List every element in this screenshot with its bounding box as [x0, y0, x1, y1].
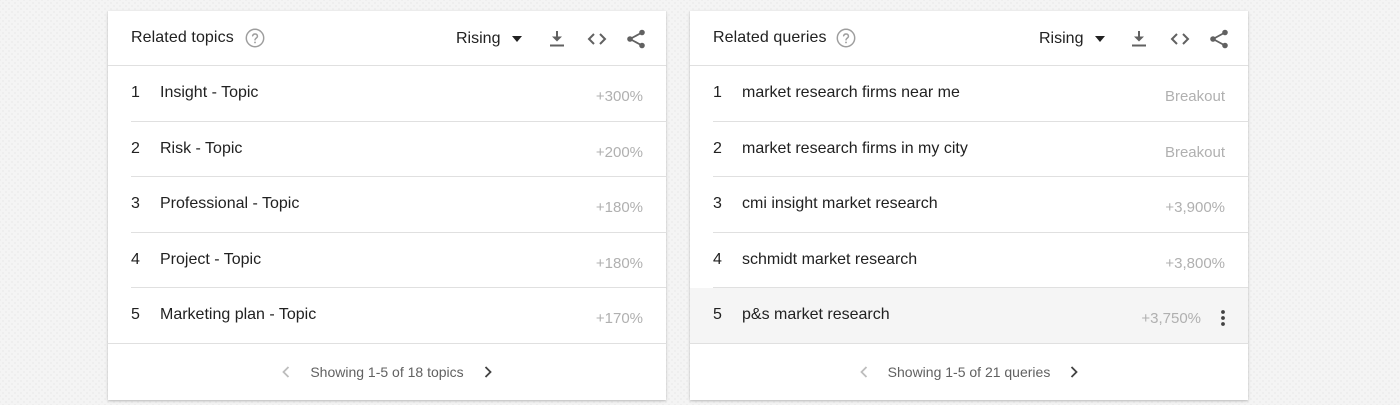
embed-code-icon[interactable]	[585, 27, 609, 51]
help-circle-icon[interactable]	[244, 27, 266, 49]
row-rank: 1	[131, 84, 140, 101]
caret-down-icon	[1095, 36, 1106, 42]
row-term[interactable]: market research firms in my city	[742, 140, 968, 158]
row-value: +3,750%	[1141, 310, 1201, 327]
download-icon[interactable]	[1127, 27, 1151, 51]
share-icon[interactable]	[1207, 27, 1231, 51]
row-rank: 1	[713, 84, 722, 101]
chevron-right-icon[interactable]	[478, 362, 498, 382]
card-title: Related topics	[131, 29, 234, 46]
row-term[interactable]: cmi insight market research	[742, 195, 938, 213]
pagination: Showing 1-5 of 21 queries	[690, 344, 1248, 400]
row-value: +200%	[595, 143, 643, 161]
row-value: +180%	[595, 199, 643, 216]
row-rank: 5	[713, 306, 722, 323]
row-term[interactable]: Marketing plan - Topic	[160, 306, 316, 324]
list-item[interactable]: 1 market research firms near me Breakout	[690, 66, 1248, 122]
chevron-left-icon[interactable]	[276, 362, 296, 382]
row-rank: 4	[131, 250, 140, 268]
sort-label: Rising	[456, 30, 501, 47]
row-value: Breakout	[1164, 143, 1225, 161]
embed-code-icon[interactable]	[1168, 27, 1192, 51]
queries-list: 1 market research firms near me Breakout…	[690, 66, 1248, 344]
row-term[interactable]: p&s market research	[742, 306, 890, 324]
row-value: +180%	[595, 254, 643, 272]
list-item[interactable]: 2 market research firms in my city Break…	[690, 122, 1248, 177]
chevron-left-icon[interactable]	[854, 362, 874, 382]
row-value: +3,900%	[1165, 199, 1225, 216]
card-header: Related queries Rising	[690, 11, 1248, 66]
pagination: Showing 1-5 of 18 topics	[108, 344, 666, 400]
related-topics-card: Related topics Rising 1 Insight - Topic …	[108, 11, 666, 400]
list-item[interactable]: 4 schmidt market research +3,800%	[690, 233, 1248, 288]
sort-select[interactable]: Rising	[1039, 21, 1107, 57]
row-term[interactable]: Insight - Topic	[160, 84, 258, 102]
download-icon[interactable]	[545, 27, 569, 51]
row-value: +170%	[595, 310, 643, 327]
help-circle-icon[interactable]	[835, 27, 857, 49]
sort-label: Rising	[1039, 30, 1084, 47]
card-title: Related queries	[713, 29, 827, 46]
row-term[interactable]: Risk - Topic	[160, 140, 242, 158]
row-term[interactable]: market research firms near me	[742, 84, 960, 102]
more-vert-icon[interactable]	[1216, 308, 1230, 328]
share-icon[interactable]	[624, 27, 648, 51]
row-term[interactable]: Professional - Topic	[160, 195, 299, 213]
list-item[interactable]: 4 Project - Topic +180%	[108, 233, 666, 288]
pagination-label: Showing 1-5 of 21 queries	[887, 364, 1051, 380]
list-item[interactable]: 2 Risk - Topic +200%	[108, 122, 666, 177]
row-rank: 5	[131, 306, 140, 323]
row-value: +3,800%	[1165, 254, 1225, 272]
chevron-right-icon[interactable]	[1064, 362, 1084, 382]
row-rank: 2	[131, 139, 140, 157]
list-item[interactable]: 3 cmi insight market research +3,900%	[690, 177, 1248, 233]
row-value: +300%	[595, 88, 643, 105]
row-rank: 2	[713, 139, 722, 157]
caret-down-icon	[512, 36, 523, 42]
card-header: Related topics Rising	[108, 11, 666, 66]
row-value: Breakout	[1164, 88, 1225, 105]
row-rank: 3	[713, 195, 722, 212]
row-rank: 3	[131, 195, 140, 212]
related-queries-card: Related queries Rising 1 market research…	[690, 11, 1248, 400]
row-rank: 4	[713, 250, 722, 268]
pagination-label: Showing 1-5 of 18 topics	[310, 364, 464, 380]
row-term[interactable]: schmidt market research	[742, 251, 917, 269]
list-item[interactable]: 1 Insight - Topic +300%	[108, 66, 666, 122]
list-item[interactable]: 3 Professional - Topic +180%	[108, 177, 666, 233]
row-term[interactable]: Project - Topic	[160, 251, 261, 269]
list-item[interactable]: 5 Marketing plan - Topic +170%	[108, 288, 666, 344]
list-item[interactable]: 5 p&s market research +3,750%	[690, 288, 1248, 344]
sort-select[interactable]: Rising	[456, 21, 524, 57]
topics-list: 1 Insight - Topic +300% 2 Risk - Topic +…	[108, 66, 666, 344]
